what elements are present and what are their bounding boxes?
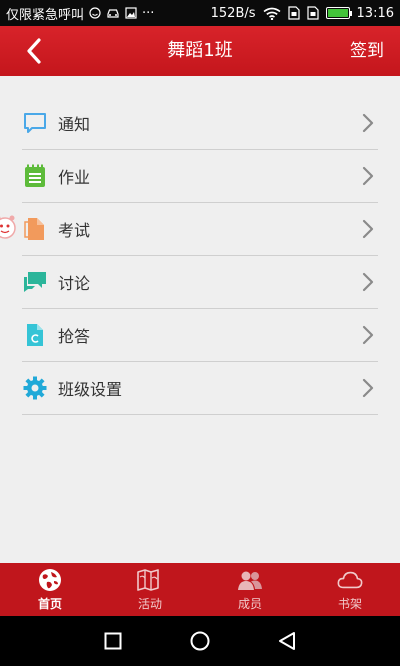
floating-assistant-icon[interactable] [0, 214, 20, 244]
chevron-right-icon [358, 219, 378, 239]
menu-item-class-settings[interactable]: 班级设置 [22, 362, 378, 415]
triangle-back-icon [278, 632, 295, 650]
menu-list: 通知 作业 考试 讨论 抢答 班级设置 [22, 97, 378, 415]
wifi-icon [263, 7, 281, 20]
network-speed: 152B/s [210, 5, 256, 21]
tab-label: 活动 [137, 596, 162, 611]
menu-item-label: 作业 [58, 168, 91, 187]
status-right: 152B/s 13:16 [211, 6, 394, 21]
battery-icon [325, 7, 352, 19]
home-button[interactable] [185, 626, 215, 656]
cloud-icon [337, 568, 363, 592]
tab-members[interactable]: 成员 [200, 563, 300, 616]
chevron-right-icon [358, 166, 378, 186]
tab-label: 成员 [237, 596, 262, 611]
members-icon [237, 568, 263, 592]
menu-item-discussion[interactable]: 讨论 [22, 256, 378, 309]
chevron-right-icon [358, 378, 378, 398]
sim-card-icon [306, 6, 319, 20]
menu-item-quiz[interactable]: 抢答 [22, 309, 378, 362]
tab-label: 书架 [337, 596, 362, 611]
tab-bookshelf[interactable]: 书架 [300, 563, 400, 616]
title-bar: 舞蹈1班 签到 [0, 26, 400, 76]
back-button[interactable] [18, 36, 50, 66]
message-bubble-icon [22, 110, 48, 136]
tab-home[interactable]: 首页 [0, 563, 100, 616]
menu-item-label: 抢答 [58, 327, 91, 346]
quiz-file-icon [22, 322, 48, 348]
page-title: 舞蹈1班 [167, 40, 233, 61]
status-left: 仅限紧急呼叫 ··· [6, 4, 154, 23]
back-arrow-icon [27, 38, 41, 64]
tab-activity[interactable]: 活动 [100, 563, 200, 616]
menu-item-notice[interactable]: 通知 [22, 97, 378, 150]
car-icon [106, 7, 120, 19]
map-book-icon [137, 568, 163, 592]
clock: 13:16 [356, 5, 394, 21]
menu-item-label: 讨论 [58, 274, 91, 293]
carrier-text: 仅限紧急呼叫 [6, 7, 85, 23]
chevron-right-icon [358, 272, 378, 292]
image-icon [125, 7, 137, 19]
menu-item-homework[interactable]: 作业 [22, 150, 378, 203]
recent-apps-button[interactable] [98, 626, 128, 656]
bottom-tab-bar: 首页 活动 成员 书架 [0, 563, 400, 616]
menu-item-label: 通知 [58, 115, 91, 134]
status-bar: 仅限紧急呼叫 ··· 152B/s 13:16 [0, 0, 400, 26]
chevron-right-icon [358, 325, 378, 345]
menu-item-label: 班级设置 [58, 380, 123, 399]
tab-label: 首页 [37, 596, 62, 611]
system-back-button[interactable] [272, 626, 302, 656]
chevron-right-icon [358, 113, 378, 133]
system-nav-bar [0, 616, 400, 666]
face-icon [89, 7, 101, 19]
square-icon [104, 632, 122, 650]
overflow-dots: ··· [142, 5, 155, 21]
checkin-button[interactable]: 签到 [350, 26, 384, 76]
menu-item-label: 考试 [58, 221, 91, 240]
document-icon [22, 216, 48, 242]
gear-icon [22, 375, 48, 401]
circle-icon [190, 631, 210, 651]
globe-icon [37, 568, 63, 592]
sim-card-icon [287, 6, 300, 20]
chat-bubbles-icon [22, 269, 48, 295]
notepad-icon [22, 163, 48, 189]
menu-item-exam[interactable]: 考试 [22, 203, 378, 256]
